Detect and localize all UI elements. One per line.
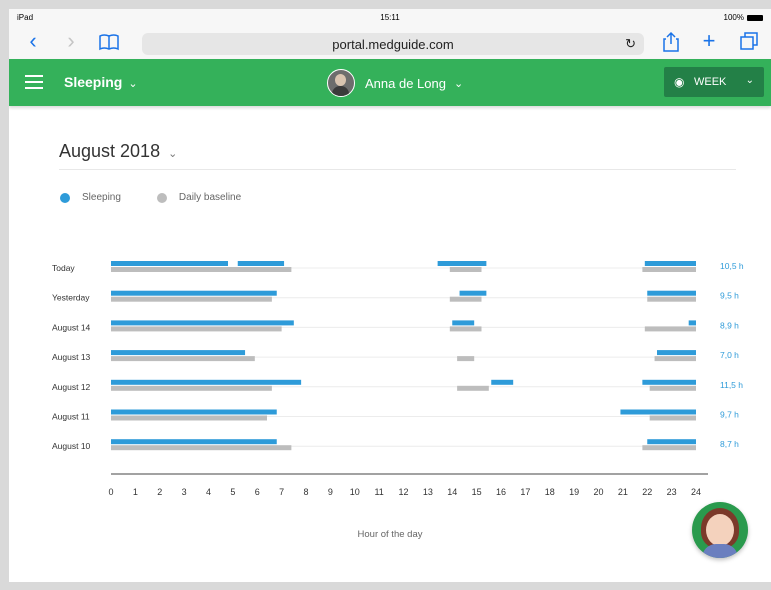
x-tick-label: 3 xyxy=(182,487,187,497)
x-tick-label: 10 xyxy=(350,487,360,497)
x-tick-label: 2 xyxy=(157,487,162,497)
sleeping-bar xyxy=(111,290,277,296)
sleeping-bar xyxy=(111,439,277,445)
sleeping-bar xyxy=(111,409,277,415)
assistant-avatar-button[interactable] xyxy=(692,502,748,558)
x-tick-label: 8 xyxy=(303,487,308,497)
assistant-face xyxy=(706,514,734,546)
sleeping-bar xyxy=(644,261,696,266)
sleeping-bar xyxy=(688,320,696,326)
x-tick-label: 24 xyxy=(691,487,701,497)
baseline-bar xyxy=(642,267,696,272)
baseline-bar xyxy=(111,445,292,451)
sleep-timeline-chart: Today 10,5 h Yesterday 9,5 h August 14 8,9 h A… xyxy=(52,261,744,497)
baseline-bar xyxy=(644,326,696,332)
baseline-bar xyxy=(449,296,482,302)
baseline-bar xyxy=(457,356,475,362)
x-tick-label: 5 xyxy=(230,487,235,497)
sleeping-bar xyxy=(491,379,514,385)
baseline-bar xyxy=(654,356,696,362)
baseline-bar xyxy=(647,296,696,302)
row-label: Yesterday xyxy=(52,293,90,303)
x-tick-label: 20 xyxy=(593,487,603,497)
row-total-label: 8,7 h xyxy=(720,439,739,449)
x-tick-label: 22 xyxy=(642,487,652,497)
sleeping-bar xyxy=(459,290,487,296)
sleeping-bar xyxy=(620,409,696,415)
assistant-shirt xyxy=(702,544,738,558)
x-tick-label: 1 xyxy=(133,487,138,497)
x-tick-label: 7 xyxy=(279,487,284,497)
row-label: August 11 xyxy=(52,412,90,422)
x-tick-label: 9 xyxy=(328,487,333,497)
row-total-label: 10,5 h xyxy=(720,261,744,271)
baseline-bar xyxy=(649,415,696,421)
x-tick-label: 16 xyxy=(496,487,506,497)
x-tick-label: 4 xyxy=(206,487,211,497)
baseline-bar xyxy=(111,356,255,362)
row-label: August 12 xyxy=(52,382,91,392)
row-total-label: 9,5 h xyxy=(720,291,739,301)
x-tick-label: 18 xyxy=(545,487,555,497)
baseline-bar xyxy=(111,267,292,272)
baseline-bar xyxy=(449,326,482,332)
sleeping-bar xyxy=(452,320,475,326)
row-total-label: 8,9 h xyxy=(720,320,739,330)
row-total-label: 11,5 h xyxy=(720,380,743,390)
row-label: August 13 xyxy=(52,352,91,362)
row-label: Today xyxy=(52,263,75,273)
sleeping-bar xyxy=(657,350,696,356)
x-tick-label: 19 xyxy=(569,487,579,497)
sleeping-bar xyxy=(111,379,302,385)
baseline-bar xyxy=(111,385,272,391)
x-tick-label: 21 xyxy=(618,487,628,497)
sleeping-bar xyxy=(437,261,487,266)
sleeping-bar xyxy=(237,261,285,266)
x-tick-label: 6 xyxy=(255,487,260,497)
sleeping-bar xyxy=(647,290,696,296)
row-total-label: 9,7 h xyxy=(720,410,739,420)
x-tick-label: 23 xyxy=(667,487,677,497)
x-tick-label: 0 xyxy=(108,487,113,497)
baseline-bar xyxy=(457,385,489,391)
x-tick-label: 11 xyxy=(374,487,383,497)
sleeping-bar xyxy=(642,379,696,385)
sleeping-bar xyxy=(111,261,228,266)
x-tick-label: 17 xyxy=(520,487,530,497)
baseline-bar xyxy=(649,385,696,391)
baseline-bar xyxy=(111,415,267,421)
x-tick-label: 15 xyxy=(472,487,482,497)
row-label: August 14 xyxy=(52,322,91,332)
x-tick-label: 14 xyxy=(447,487,457,497)
x-axis-label: Hour of the day xyxy=(357,529,423,540)
row-label: August 10 xyxy=(52,441,91,451)
app-frame: iPad 15:11 100% ‹ › portal.medguide.com … xyxy=(9,9,771,582)
baseline-bar xyxy=(449,267,482,272)
baseline-bar xyxy=(642,445,696,451)
x-tick-label: 12 xyxy=(398,487,408,497)
x-tick-label: 13 xyxy=(423,487,433,497)
row-total-label: 7,0 h xyxy=(720,350,739,360)
sleeping-bar xyxy=(647,439,696,445)
sleeping-bar xyxy=(111,320,294,326)
baseline-bar xyxy=(111,296,272,302)
sleeping-bar xyxy=(111,350,246,356)
baseline-bar xyxy=(111,326,282,332)
